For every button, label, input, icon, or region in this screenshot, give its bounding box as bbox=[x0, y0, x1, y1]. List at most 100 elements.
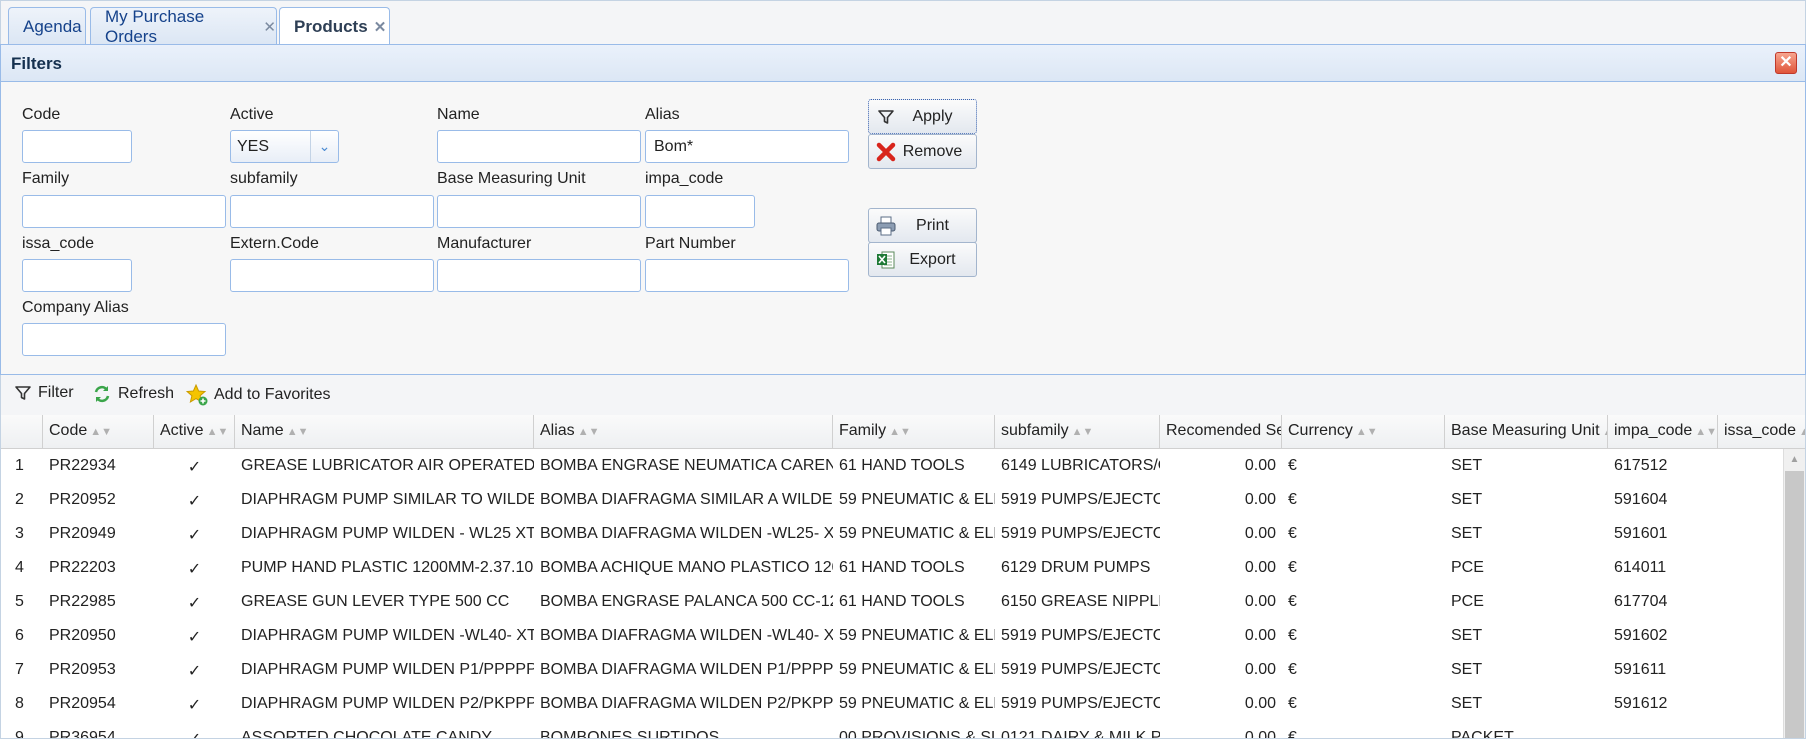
alias-input[interactable] bbox=[645, 130, 849, 163]
issa-code-input[interactable] bbox=[22, 259, 132, 292]
table-row[interactable]: 5 PR22985 ✓ GREASE GUN LEVER TYPE 500 CC BOM… bbox=[1, 585, 1781, 619]
cell-subfamily: 6149 LUBRICATORS/OILERS bbox=[1001, 457, 1160, 474]
close-icon[interactable]: ✕ bbox=[374, 18, 387, 36]
part-number-label: Part Number bbox=[645, 235, 736, 252]
vertical-scrollbar[interactable]: ▲ bbox=[1783, 449, 1805, 738]
table-row[interactable]: 3 PR20949 ✓ DIAPHRAGM PUMP WILDEN - WL25 XT… bbox=[1, 517, 1781, 551]
table-row[interactable]: 7 PR20953 ✓ DIAPHRAGM PUMP WILDEN P1/PPPPP/… bbox=[1, 653, 1781, 687]
family-input[interactable] bbox=[22, 195, 226, 228]
cell-code: PR22934 bbox=[49, 457, 116, 474]
column-header-subfamily[interactable]: subfamily ▲▼ bbox=[995, 415, 1160, 449]
cell-family: 59 PNEUMATIC & ELECTRIC bbox=[839, 525, 995, 542]
cell-subfamily: 5919 PUMPS/EJECTORS bbox=[1001, 491, 1160, 508]
close-icon[interactable]: ✕ bbox=[1775, 52, 1797, 74]
refresh-button[interactable]: Refresh bbox=[92, 384, 174, 404]
subfamily-input[interactable] bbox=[230, 195, 434, 228]
cell-impa-code bbox=[1608, 721, 1718, 738]
cell-currency: € bbox=[1288, 491, 1297, 508]
apply-button[interactable]: Apply bbox=[868, 99, 977, 134]
sort-icon: ▲▼ bbox=[90, 426, 113, 438]
add-to-favorites-button[interactable]: Add to Favorites bbox=[186, 384, 331, 406]
filter-toggle-button[interactable]: Filter bbox=[14, 384, 74, 402]
cell-name: GREASE GUN LEVER TYPE 500 CC bbox=[241, 593, 510, 610]
base-measuring-unit-input[interactable] bbox=[437, 195, 641, 228]
scroll-up-icon[interactable]: ▲ bbox=[1784, 449, 1805, 471]
cell-name: DIAPHRAGM PUMP WILDEN - WL25 XTZ bbox=[241, 525, 534, 542]
cell-code: PR20954 bbox=[49, 695, 116, 712]
cell-currency: € bbox=[1288, 559, 1297, 576]
close-icon[interactable]: ✕ bbox=[263, 18, 276, 36]
remove-button[interactable]: Remove bbox=[868, 134, 977, 169]
column-header-impa-code[interactable]: impa_code ▲▼ bbox=[1608, 415, 1718, 449]
cell-currency: € bbox=[1288, 695, 1297, 712]
cell-name: DIAPHRAGM PUMP SIMILAR TO WILDEN bbox=[241, 491, 534, 508]
tab-products[interactable]: Products ✕ bbox=[279, 7, 390, 46]
cell-code: PR36954 bbox=[49, 729, 116, 739]
print-button[interactable]: Print bbox=[868, 208, 977, 243]
cell-name: DIAPHRAGM PUMP WILDEN P1/PPPPP/WF bbox=[241, 661, 534, 678]
sort-icon: ▲▼ bbox=[206, 426, 229, 438]
active-select[interactable]: YES ⌄ bbox=[230, 130, 339, 163]
row-number: 1 bbox=[15, 457, 24, 474]
table-row[interactable]: 2 PR20952 ✓ DIAPHRAGM PUMP SIMILAR TO WILDE… bbox=[1, 483, 1781, 517]
column-header-name[interactable]: Name ▲▼ bbox=[235, 415, 534, 449]
code-input[interactable] bbox=[22, 130, 132, 163]
cell-code: PR20949 bbox=[49, 525, 116, 542]
tab-my-purchase-orders[interactable]: My Purchase Orders ✕ bbox=[90, 7, 277, 46]
cell-alias: BOMBONES SURTIDOS bbox=[540, 729, 720, 739]
cell-code: PR20953 bbox=[49, 661, 116, 678]
cell-subfamily: 5919 PUMPS/EJECTORS bbox=[1001, 661, 1160, 678]
cell-alias: BOMBA DIAFRAGMA SIMILAR A WILDEN bbox=[540, 491, 833, 508]
part-number-input[interactable] bbox=[645, 259, 849, 292]
active-select-value: YES bbox=[237, 138, 270, 155]
cell-alias: BOMBA DIAFRAGMA WILDEN P2/PKPPP/WF bbox=[540, 695, 833, 712]
column-header-label: impa_code bbox=[1614, 422, 1693, 439]
cell-code: PR22203 bbox=[49, 559, 116, 576]
apply-label: Apply bbox=[912, 107, 953, 125]
row-number: 4 bbox=[15, 559, 24, 576]
impa-code-input[interactable] bbox=[645, 195, 755, 228]
column-header-base-measuring-unit[interactable]: Base Measuring Unit▲▼ bbox=[1445, 415, 1608, 449]
company-alias-label: Company Alias bbox=[22, 299, 129, 316]
table-row[interactable]: 8 PR20954 ✓ DIAPHRAGM PUMP WILDEN P2/PKPPP/… bbox=[1, 687, 1781, 721]
tab-agenda[interactable]: Agenda bbox=[8, 7, 86, 45]
cell-base-unit: SET bbox=[1451, 525, 1483, 542]
cell-base-unit: SET bbox=[1451, 627, 1483, 644]
cell-name: GREASE LUBRICATOR AIR OPERATED 20 bbox=[241, 457, 534, 474]
alias-label: Alias bbox=[645, 106, 680, 123]
column-header-recommended[interactable]: Recomended Se bbox=[1160, 415, 1282, 449]
column-header-family[interactable]: Family ▲▼ bbox=[833, 415, 995, 449]
manufacturer-input[interactable] bbox=[437, 259, 641, 292]
cell-recommended: 0.00 bbox=[1244, 491, 1276, 508]
chevron-down-icon[interactable]: ⌄ bbox=[310, 131, 338, 162]
scroll-thumb[interactable] bbox=[1785, 471, 1804, 738]
sort-icon: ▲▼ bbox=[577, 426, 600, 438]
cell-active: ✓ bbox=[187, 459, 202, 476]
table-row[interactable]: 1 PR22934 ✓ GREASE LUBRICATOR AIR OPERATED … bbox=[1, 449, 1781, 483]
sort-icon: ▲▼ bbox=[1695, 426, 1718, 438]
cell-recommended: 0.00 bbox=[1244, 627, 1276, 644]
cell-recommended: 0.00 bbox=[1244, 695, 1276, 712]
manufacturer-label: Manufacturer bbox=[437, 235, 532, 252]
column-header-currency[interactable]: Currency ▲▼ bbox=[1282, 415, 1445, 449]
column-header-active[interactable]: Active ▲▼ bbox=[154, 415, 235, 449]
cell-impa-code: 617512 bbox=[1614, 457, 1668, 474]
cell-impa-code: 617704 bbox=[1614, 593, 1668, 610]
export-button[interactable]: Export bbox=[868, 242, 977, 277]
column-header-code[interactable]: Code ▲▼ bbox=[43, 415, 154, 449]
name-input[interactable] bbox=[437, 130, 641, 163]
cell-family: 61 HAND TOOLS bbox=[839, 593, 965, 610]
cell-alias: BOMBA ACHIQUE MANO PLASTICO 1200 bbox=[540, 559, 833, 576]
cell-base-unit: PCE bbox=[1451, 559, 1484, 576]
cell-impa-code: 591611 bbox=[1614, 661, 1667, 678]
table-row[interactable]: 9 PR36954 ✓ ASSORTED CHOCOLATE CANDY BOMBONE… bbox=[1, 721, 1781, 739]
column-header-alias[interactable]: Alias ▲▼ bbox=[534, 415, 833, 449]
company-alias-input[interactable] bbox=[22, 323, 226, 356]
column-header-label: Family bbox=[839, 422, 887, 439]
table-row[interactable]: 4 PR22203 ✓ PUMP HAND PLASTIC 1200MM-2.37.1… bbox=[1, 551, 1781, 585]
column-header-issa-code[interactable]: issa_code▲▼ bbox=[1718, 415, 1805, 449]
cell-currency: € bbox=[1288, 661, 1297, 678]
table-row[interactable]: 6 PR20950 ✓ DIAPHRAGM PUMP WILDEN -WL40- XT… bbox=[1, 619, 1781, 653]
tab-label: Agenda bbox=[23, 16, 82, 36]
extern-code-input[interactable] bbox=[230, 259, 434, 292]
